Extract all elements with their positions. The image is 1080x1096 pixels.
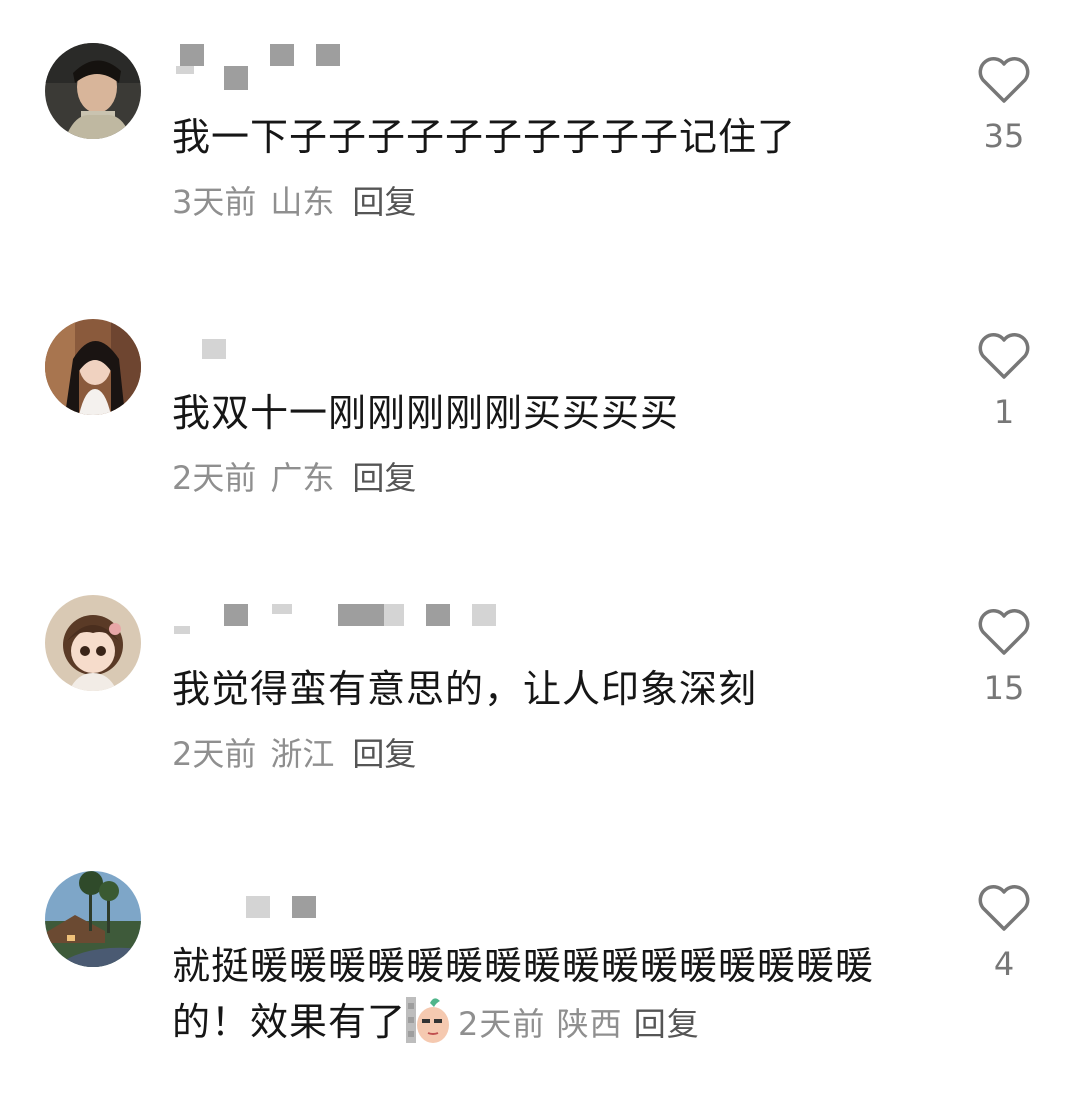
avatar[interactable] xyxy=(45,871,141,967)
reply-button[interactable]: 回复 xyxy=(352,735,416,773)
comment-text: 我双十一刚刚刚刚刚买买买买 xyxy=(172,391,680,435)
like-count: 4 xyxy=(993,945,1015,983)
heart-outline-icon xyxy=(978,885,1030,931)
comment-text: 就挺暖暖暖暖暖暖暖暖暖暖暖暖暖暖暖暖的！效果有了 2天前 陕西 回复 xyxy=(172,938,912,1052)
comment-time: 3天前 xyxy=(172,183,257,221)
avatar[interactable] xyxy=(45,595,141,691)
comment-time: 2天前 xyxy=(172,735,257,773)
like-button[interactable]: 4 xyxy=(974,884,1034,982)
like-count: 15 xyxy=(983,669,1025,707)
username-redacted[interactable] xyxy=(172,44,472,90)
comment-text: 我觉得蛮有意思的，让人印象深刻 xyxy=(172,667,758,711)
reply-button[interactable]: 回复 xyxy=(352,459,416,497)
like-count: 1 xyxy=(993,393,1015,431)
username-redacted[interactable] xyxy=(172,335,472,367)
like-count: 35 xyxy=(983,117,1025,155)
comment-time: 2天前 xyxy=(172,459,257,497)
heart-outline-icon xyxy=(978,333,1030,379)
like-button[interactable]: 1 xyxy=(974,332,1034,430)
comment-location: 陕西 xyxy=(556,1005,623,1043)
username-redacted[interactable] xyxy=(172,604,496,636)
comment-meta: 2天前 广东 回复 xyxy=(172,458,430,498)
avatar[interactable] xyxy=(45,319,141,415)
username-redacted[interactable] xyxy=(172,896,472,928)
comment-location: 广东 xyxy=(270,459,335,497)
comment-meta: 2天前 浙江 回复 xyxy=(172,734,430,774)
reply-button[interactable]: 回复 xyxy=(634,1005,700,1043)
like-button[interactable]: 15 xyxy=(974,608,1034,706)
heart-outline-icon xyxy=(978,609,1030,655)
comment-time: 2天前 xyxy=(458,1005,546,1043)
like-button[interactable]: 35 xyxy=(974,56,1034,154)
comment-meta: 2天前 陕西 回复 xyxy=(458,1005,700,1043)
comment-text: 我一下子子子子子子子子子子记住了 xyxy=(172,115,797,159)
peeking-peanut-sticker xyxy=(406,997,450,1043)
reply-button[interactable]: 回复 xyxy=(352,183,416,221)
heart-outline-icon xyxy=(978,57,1030,103)
comment-list: 我一下子子子子子子子子子子记住了 3天前 山东 回复 35 我双十一刚刚刚刚刚买… xyxy=(0,0,1080,1096)
comment-meta: 3天前 山东 回复 xyxy=(172,182,430,222)
comment-location: 山东 xyxy=(270,183,335,221)
avatar[interactable] xyxy=(45,43,141,139)
comment-location: 浙江 xyxy=(270,735,335,773)
